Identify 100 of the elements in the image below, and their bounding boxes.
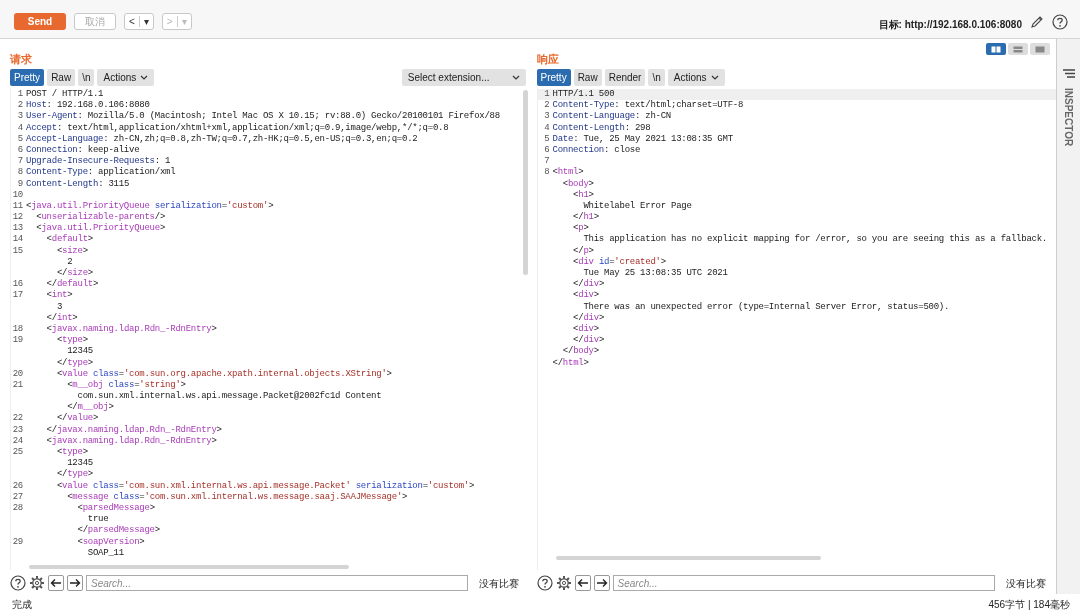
- settings-icon[interactable]: [555, 575, 572, 591]
- line-number: 14: [11, 234, 24, 246]
- layout-toggle-button[interactable]: [986, 43, 1007, 55]
- pencil-icon[interactable]: [1030, 15, 1044, 29]
- tab[interactable]: Pretty: [10, 69, 45, 86]
- code-line: Content-Length: 3115: [26, 178, 130, 190]
- line-number: 5: [543, 133, 551, 145]
- code-line: </type>: [55, 357, 93, 369]
- code-line: Connection: keep-alive: [26, 144, 140, 156]
- line-number: 4: [543, 122, 551, 134]
- code-line: </h1>: [572, 212, 599, 224]
- line-number: 2: [543, 100, 551, 112]
- code-line: true: [86, 514, 109, 525]
- columns-icon: [991, 45, 1002, 53]
- match-count: 没有比赛: [1005, 576, 1046, 591]
- target-label: 目标: http://192.168.0.106:8080: [878, 18, 1022, 32]
- code-line: </javax.naming.ldap.Rdn_-RdnEntry>: [45, 424, 222, 436]
- square-icon: [1035, 45, 1046, 53]
- code-line: <javax.naming.ldap.Rdn_-RdnEntry>: [45, 435, 217, 447]
- line-number: 2: [16, 100, 24, 112]
- code-line: <java.util.PriorityQueue serialization='custom'>: [26, 200, 274, 212]
- code-line: </html>: [552, 357, 589, 369]
- tab[interactable]: Render: [604, 69, 646, 86]
- code-line: <value class='com.sun.xml.internal.ws.api.message.Packet' serialization='custom'>: [55, 480, 475, 492]
- help-icon[interactable]: [10, 575, 26, 591]
- line-number: 29: [11, 536, 24, 548]
- line-number: 17: [11, 290, 24, 302]
- line-number: 25: [11, 447, 24, 459]
- code-line: Date: Tue, 25 May 2021 13:08:35 GMT: [552, 133, 733, 145]
- search-field[interactable]: Search...: [86, 575, 468, 591]
- line-number: 5: [16, 133, 24, 145]
- line-number: 16: [11, 279, 24, 291]
- code-line: Upgrade-Insecure-Requests: 1: [26, 156, 171, 167]
- panel-title: 请求: [10, 52, 32, 67]
- line-number: 4: [16, 122, 24, 134]
- code-line: 12345: [66, 458, 93, 469]
- code-line: Connection: close: [552, 144, 641, 157]
- code-line: Content-Type: application/xml: [26, 167, 176, 179]
- code-line: </parsedMessage>: [76, 525, 160, 537]
- code-line: <size>: [55, 245, 88, 257]
- next-button[interactable]: [593, 575, 610, 591]
- menu-icon[interactable]: [1062, 69, 1075, 78]
- previous-button[interactable]: [48, 575, 64, 591]
- response-stats: 456字节 | 184毫秒: [988, 597, 1070, 612]
- chevron-down-icon: [511, 75, 520, 80]
- line-number: 26: [11, 480, 24, 492]
- code-line: HTTP/1.1 500: [552, 89, 615, 101]
- scrollbar[interactable]: [555, 556, 821, 560]
- actions-dropdown[interactable]: Actions: [97, 69, 155, 86]
- code-line: Whitelabel Error Page: [582, 200, 692, 212]
- search-field[interactable]: Search...: [612, 575, 995, 591]
- next-button[interactable]: [67, 575, 83, 591]
- line-number: 1: [16, 89, 24, 101]
- code-line: </div>: [572, 312, 605, 324]
- tab[interactable]: Pretty: [536, 69, 571, 86]
- code-line: <java.util.PriorityQueue>: [35, 223, 166, 234]
- code-line: </int>: [45, 312, 78, 324]
- code-line: <message class='com.sun.xml.internal.ws.message.saaj.SAAJMessage'>: [66, 491, 408, 503]
- tab[interactable]: Raw: [573, 69, 602, 86]
- panel-title: 响应: [536, 52, 559, 67]
- line-number: 6: [16, 144, 24, 157]
- help-icon[interactable]: [1052, 14, 1068, 30]
- code-line: </type>: [55, 469, 93, 481]
- layout-toggle-button[interactable]: [1008, 43, 1029, 55]
- code-line: <m__obj class='string'>: [66, 379, 186, 391]
- back-button[interactable]: < ▾: [124, 13, 154, 30]
- code-line: com.sun.xml.internal.ws.api.message.Packet@2002fc1d Content: [76, 391, 382, 402]
- code-line: Content-Language: zh-CN: [552, 111, 671, 123]
- tab[interactable]: \n: [78, 69, 95, 86]
- code-line: <body>: [561, 178, 594, 190]
- code-line: Content-Length: 298: [552, 122, 651, 134]
- code-line: <h1>: [572, 189, 594, 201]
- code-line: <soapVersion>: [76, 536, 145, 548]
- code-line: </size>: [55, 268, 93, 279]
- code-line: Host: 192.168.0.106:8080: [26, 100, 150, 111]
- line-number: 20: [11, 368, 24, 380]
- layout-toggle-button[interactable]: [1030, 43, 1051, 55]
- line-number: 7: [543, 156, 551, 168]
- code-line: 3: [55, 301, 63, 313]
- code-line: <unserializable-parents/>: [35, 212, 166, 223]
- help-icon[interactable]: [536, 575, 553, 591]
- tab[interactable]: Raw: [47, 69, 76, 86]
- code-line: </value>: [55, 413, 99, 425]
- tab[interactable]: \n: [648, 69, 665, 86]
- code-line: <default>: [45, 234, 93, 246]
- actions-dropdown[interactable]: Actions: [667, 69, 725, 86]
- extension-dropdown[interactable]: Select extension...: [401, 69, 526, 86]
- line-number: 10: [11, 189, 24, 201]
- scrollbar[interactable]: [522, 90, 528, 275]
- code-line: </default>: [45, 279, 99, 290]
- code-line: <type>: [55, 335, 88, 347]
- code-line: <value class='com.sun.org.apache.xpath.internal.objects.XString'>: [55, 368, 392, 380]
- line-number: 13: [11, 223, 24, 235]
- settings-icon[interactable]: [29, 575, 45, 591]
- scrollbar[interactable]: [29, 565, 349, 569]
- line-number: 18: [11, 323, 24, 336]
- inspector-tab[interactable]: INSPECTOR: [1061, 88, 1076, 147]
- line-number: 6: [543, 144, 551, 157]
- previous-button[interactable]: [574, 575, 591, 591]
- code-line: This application has no explicit mapping for /error, so you are seeing this as a fallback.: [582, 234, 1047, 246]
